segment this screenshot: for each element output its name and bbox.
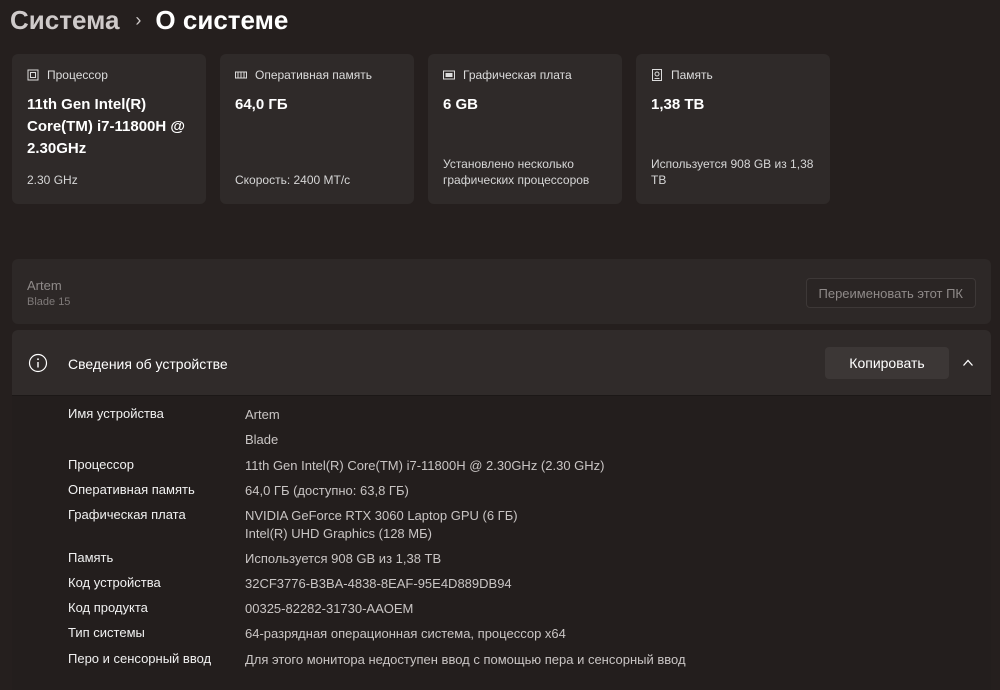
spec-value: 00325-82282-31730-AAOEM xyxy=(245,601,414,616)
card-gpu: Графическая плата 6 GB Установлено неско… xyxy=(428,54,622,204)
breadcrumb-parent[interactable]: Система xyxy=(10,5,119,36)
spec-cards: Процессор 11th Gen Intel(R) Core(TM) i7-… xyxy=(12,54,830,204)
spec-value: 32CF3776-B3BA-4838-8EAF-95E4D889DB94 xyxy=(245,576,512,591)
card-label: Память xyxy=(671,68,713,82)
spec-value: 64,0 ГБ (доступно: 63,8 ГБ) xyxy=(245,483,409,498)
spec-value: Используется 908 GB из 1,38 TB xyxy=(245,551,442,566)
spec-key: Тип системы xyxy=(68,625,145,640)
card-ram: Оперативная память 64,0 ГБ Скорость: 240… xyxy=(220,54,414,204)
storage-icon xyxy=(652,69,662,81)
spec-key: Процессор xyxy=(68,457,134,472)
card-sub: Используется 908 GB из 1,38 TB xyxy=(651,157,814,187)
card-label: Процессор xyxy=(47,68,108,82)
spec-key: Память xyxy=(68,550,114,565)
info-icon xyxy=(28,353,48,373)
device-name: Artem xyxy=(27,278,62,293)
spec-key: Код продукта xyxy=(68,600,148,615)
page-title: О системе xyxy=(155,4,289,35)
device-specs-panel: Сведения об устройстве Копировать Имя ус… xyxy=(12,330,991,690)
card-value: 11th Gen Intel(R) Core(TM) i7-11800H @ 2… xyxy=(27,96,186,157)
spec-key: Имя устройства xyxy=(68,406,164,421)
spec-key: Перо и сенсорный ввод xyxy=(68,651,212,666)
spec-key: Оперативная память xyxy=(68,482,195,497)
cpu-icon xyxy=(27,69,39,81)
card-value: 6 GB xyxy=(443,96,479,113)
spec-value: 11th Gen Intel(R) Core(TM) i7-11800H @ 2… xyxy=(245,458,605,473)
spec-value: Intel(R) UHD Graphics (128 МБ) xyxy=(245,526,432,541)
card-sub: Установлено несколько графических процес… xyxy=(443,157,590,187)
breadcrumb-separator: › xyxy=(135,9,142,30)
gpu-icon xyxy=(443,70,455,80)
card-label: Графическая плата xyxy=(463,68,572,82)
device-specs-title: Сведения об устройстве xyxy=(68,356,228,372)
spec-value: Для этого монитора недоступен ввод с пом… xyxy=(245,652,686,667)
spec-value: Blade xyxy=(245,432,279,447)
card-value: 1,38 TB xyxy=(651,96,705,113)
device-specs-header[interactable]: Сведения об устройстве Копировать xyxy=(12,330,991,396)
card-label: Оперативная память xyxy=(255,68,372,82)
card-sub: 2.30 GHz xyxy=(27,173,78,187)
spec-key: Код устройства xyxy=(68,575,161,590)
device-model: Blade 15 xyxy=(27,296,71,308)
card-sub: Скорость: 2400 МТ/с xyxy=(235,173,351,187)
device-name-panel: Artem Blade 15 Переименовать этот ПК xyxy=(12,259,991,324)
card-processor: Процессор 11th Gen Intel(R) Core(TM) i7-… xyxy=(12,54,206,204)
spec-value: 64-разрядная операционная система, проце… xyxy=(245,626,566,641)
spec-value: NVIDIA GeForce RTX 3060 Laptop GPU (6 ГБ… xyxy=(245,508,518,523)
copy-button[interactable]: Копировать xyxy=(825,347,949,379)
chevron-up-icon[interactable] xyxy=(962,357,974,369)
spec-key: Графическая плата xyxy=(68,507,186,522)
rename-pc-button[interactable]: Переименовать этот ПК xyxy=(805,278,976,308)
card-value: 64,0 ГБ xyxy=(235,96,288,113)
card-storage: Память 1,38 TB Используется 908 GB из 1,… xyxy=(636,54,830,204)
breadcrumb: Система › О системе xyxy=(10,2,288,38)
spec-value: Artem xyxy=(245,407,280,422)
ram-icon xyxy=(235,71,247,79)
